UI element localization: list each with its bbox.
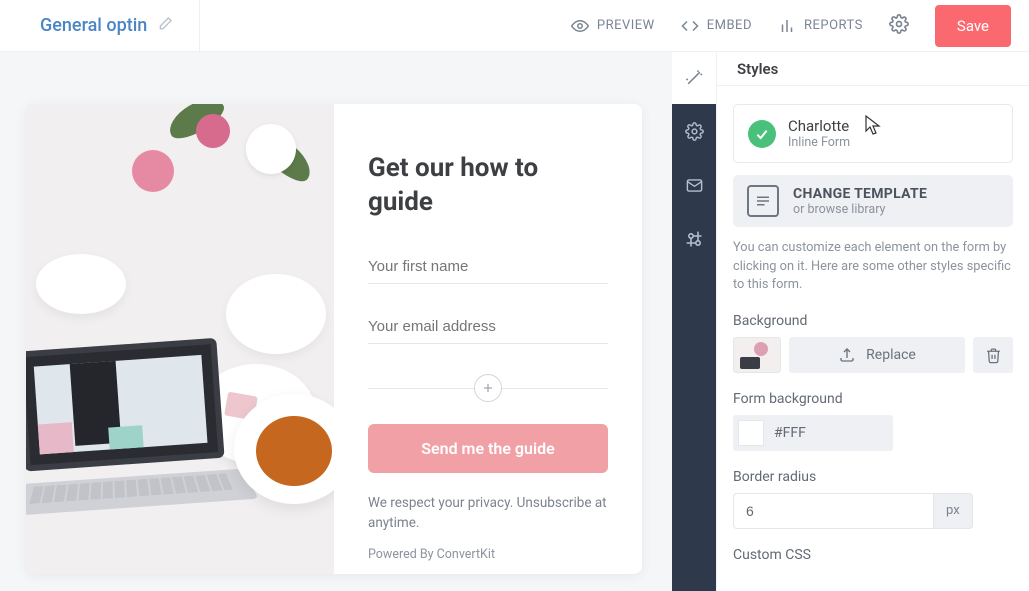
title-block: General optin: [0, 0, 200, 51]
embed-button[interactable]: EMBED: [681, 17, 752, 35]
delete-background-button[interactable]: [973, 337, 1013, 373]
background-thumbnail[interactable]: [733, 337, 781, 373]
plate-decoration: [226, 274, 326, 354]
settings-icon[interactable]: [889, 14, 909, 38]
side-rail: [672, 52, 716, 591]
border-radius-label: Border radius: [733, 469, 1013, 485]
current-template-card[interactable]: Charlotte Inline Form: [733, 104, 1013, 163]
rail-settings-icon[interactable]: [672, 104, 716, 158]
customize-hint: You can customize each element on the fo…: [733, 239, 1013, 295]
template-icon: [747, 185, 779, 217]
border-radius-row: px: [733, 493, 1013, 529]
cup-decoration: [36, 254, 126, 314]
border-radius-unit: px: [933, 493, 973, 529]
color-value: #FFF: [774, 425, 806, 441]
rail-advanced-icon[interactable]: [672, 212, 716, 266]
email-input[interactable]: [368, 310, 608, 344]
panel-title: Styles: [717, 52, 1029, 86]
color-swatch[interactable]: [738, 420, 764, 446]
form-image[interactable]: [26, 104, 334, 574]
reports-button[interactable]: REPORTS: [778, 17, 863, 35]
reports-label: REPORTS: [804, 18, 863, 33]
template-name: Charlotte: [788, 117, 850, 135]
embed-label: EMBED: [707, 18, 752, 33]
laptop-decoration: [26, 336, 251, 512]
page-title: General optin: [40, 15, 147, 36]
panel-body: Charlotte Inline Form CHANGE TEMPLATE or…: [717, 86, 1029, 591]
check-icon: [748, 120, 776, 148]
save-button[interactable]: Save: [935, 5, 1011, 47]
change-template-button[interactable]: CHANGE TEMPLATE or browse library: [733, 175, 1013, 227]
template-type: Inline Form: [788, 135, 850, 150]
powered-by[interactable]: Powered By ConvertKit: [368, 547, 608, 562]
submit-button[interactable]: Send me the guide: [368, 424, 608, 473]
add-field-button[interactable]: [474, 374, 502, 402]
styles-panel: Styles Charlotte Inline Form: [716, 52, 1029, 591]
privacy-note[interactable]: We respect your privacy. Unsubscribe at …: [368, 493, 608, 534]
magic-icon[interactable]: [672, 52, 716, 104]
top-actions: PREVIEW EMBED REPORTS Save: [571, 5, 1029, 47]
side: Styles Charlotte Inline Form: [672, 52, 1029, 591]
background-label: Background: [733, 313, 1013, 329]
change-template-title: CHANGE TEMPLATE: [793, 186, 927, 202]
background-row: Replace: [733, 337, 1013, 373]
replace-button[interactable]: Replace: [789, 337, 965, 373]
form-heading[interactable]: Get our how to guide: [368, 152, 608, 220]
add-field-row: [368, 374, 608, 402]
form-bg-picker[interactable]: #FFF: [733, 415, 893, 451]
flowers-decoration: [126, 104, 306, 244]
form-content: Get our how to guide Send me the guide W…: [334, 104, 642, 574]
canvas: Get our how to guide Send me the guide W…: [0, 52, 672, 591]
custom-css-label: Custom CSS: [733, 547, 1013, 563]
first-name-input[interactable]: [368, 250, 608, 284]
preview-label: PREVIEW: [597, 18, 655, 33]
border-radius-input[interactable]: [733, 493, 933, 529]
main: Get our how to guide Send me the guide W…: [0, 52, 1029, 591]
preview-button[interactable]: PREVIEW: [571, 17, 655, 35]
form-preview[interactable]: Get our how to guide Send me the guide W…: [26, 104, 642, 574]
topbar: General optin PREVIEW EMBED REPORTS Save: [0, 0, 1029, 52]
edit-title-icon[interactable]: [157, 16, 173, 36]
rail-mail-icon[interactable]: [672, 158, 716, 212]
form-bg-label: Form background: [733, 391, 1013, 407]
change-template-sub: or browse library: [793, 202, 927, 217]
replace-label: Replace: [866, 347, 916, 363]
